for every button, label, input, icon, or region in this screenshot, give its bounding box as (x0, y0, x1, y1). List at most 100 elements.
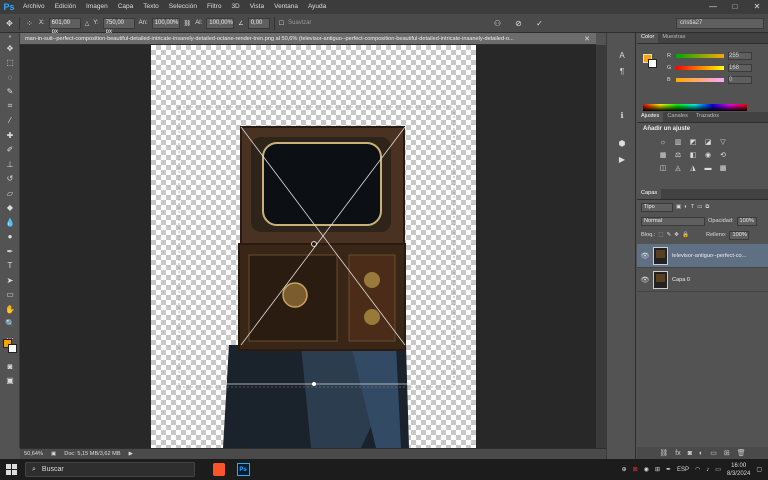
fill-field[interactable]: 100% (729, 230, 750, 240)
lock-paint-icon[interactable]: ✎ (667, 232, 672, 238)
tab-paths[interactable]: Trazados (692, 112, 723, 122)
lasso-tool-icon[interactable]: ◌ (0, 70, 20, 85)
antivirus-icon[interactable]: ◉ (644, 466, 649, 473)
tab-channels[interactable]: Canales (663, 112, 692, 122)
lock-all-icon[interactable]: 🔒 (682, 232, 689, 238)
black-white-icon[interactable]: ◧ (687, 150, 699, 160)
invert-icon[interactable]: ◫ (657, 163, 669, 173)
width-field[interactable]: 100,00% (151, 17, 180, 29)
play-actions-icon[interactable]: ▶ (607, 151, 637, 167)
shape-tool-icon[interactable]: ▭ (0, 288, 20, 303)
document-tab[interactable]: man-in-suit--perfect-composition-beautif… (20, 33, 596, 45)
posterize-icon[interactable]: ◬ (672, 163, 684, 173)
info-panel-icon[interactable]: ℹ (607, 107, 637, 123)
b-slider[interactable] (676, 78, 724, 82)
security-icon[interactable]: ⊠ (633, 466, 638, 473)
wifi-icon[interactable]: ◠ (695, 466, 700, 473)
filter-type-icon[interactable]: T (691, 204, 694, 210)
history-brush-tool-icon[interactable]: ↺ (0, 172, 20, 187)
warp-icon[interactable]: ⚇ (492, 18, 503, 29)
menu-filtro[interactable]: Filtro (202, 0, 226, 14)
color-spectrum[interactable] (643, 104, 747, 111)
g-slider[interactable] (676, 66, 724, 70)
hue-saturation-icon[interactable]: ▦ (657, 150, 669, 160)
x-field[interactable]: 601,00 px (48, 17, 81, 35)
taskbar-search[interactable]: ⌕ Buscar (25, 462, 195, 477)
screen-mode-icon[interactable]: ▣ (0, 373, 20, 388)
document-image[interactable] (151, 45, 476, 448)
selective-color-icon[interactable]: ▩ (717, 163, 729, 173)
brush-tool-icon[interactable]: ✐ (0, 143, 20, 158)
gamepad-icon[interactable]: ⊞ (655, 466, 660, 473)
photoshop-app-icon[interactable]: Ps (233, 459, 253, 480)
filter-pixel-icon[interactable]: ▣ (676, 204, 681, 210)
menu-ventana[interactable]: Ventana (269, 0, 303, 14)
reference-point-icon[interactable]: ⁘ (24, 18, 35, 29)
brave-app-icon[interactable] (209, 459, 229, 480)
vibrance-icon[interactable]: ▽ (717, 137, 729, 147)
crop-tool-icon[interactable]: ⌗ (0, 99, 20, 114)
type-tool-icon[interactable]: T (0, 259, 20, 274)
g-value[interactable]: 168 (728, 64, 752, 72)
filter-adjust-icon[interactable]: ◐ (684, 204, 687, 210)
color-background-swatch[interactable] (648, 59, 657, 68)
menu-vista[interactable]: Vista (245, 0, 269, 14)
height-field[interactable]: 100,00% (206, 17, 235, 29)
blend-mode-select[interactable]: Normal (641, 216, 705, 226)
volume-icon[interactable]: ♪ (706, 467, 709, 473)
b-value[interactable]: 0 (728, 76, 752, 84)
menu-seleccion[interactable]: Selección (164, 0, 202, 14)
path-select-tool-icon[interactable]: ➤ (0, 273, 20, 288)
quick-select-tool-icon[interactable]: ✎ (0, 85, 20, 100)
color-balance-icon[interactable]: ⚖ (672, 150, 684, 160)
eraser-tool-icon[interactable]: ▱ (0, 186, 20, 201)
commit-transform-icon[interactable]: ✓ (534, 18, 545, 29)
filter-shape-icon[interactable]: ▭ (697, 204, 702, 210)
stamp-tool-icon[interactable]: ⊥ (0, 157, 20, 172)
cancel-transform-icon[interactable]: ⊘ (513, 18, 524, 29)
vertical-scrollbar[interactable] (596, 45, 606, 448)
channel-mixer-icon[interactable]: ⟲ (717, 150, 729, 160)
lock-move-icon[interactable]: ✥ (674, 232, 679, 238)
eyedropper-tool-icon[interactable]: ⁄ (0, 114, 20, 129)
battery-icon[interactable]: ▭ (715, 466, 721, 473)
minimize-button[interactable]: — (702, 0, 724, 14)
gradient-map-icon[interactable]: ▬ (702, 163, 714, 173)
layer-name[interactable]: televisor-antiguo--perfect-co... (672, 253, 760, 259)
layer-filter-select[interactable]: Tipo (641, 202, 673, 212)
language-indicator[interactable]: ESP (677, 467, 689, 473)
blur-tool-icon[interactable]: 💧 (0, 215, 20, 230)
zoom-level[interactable]: 50,64% (24, 451, 43, 457)
status-menu-icon[interactable]: ▶ (129, 451, 133, 457)
menu-3d[interactable]: 3D (226, 0, 244, 14)
threshold-icon[interactable]: ◮ (687, 163, 699, 173)
r-value[interactable]: 255 (728, 52, 752, 60)
collapse-icon[interactable]: » (0, 33, 20, 41)
start-button[interactable] (0, 459, 22, 480)
menu-edicion[interactable]: Edición (50, 0, 81, 14)
menu-capa[interactable]: Capa (113, 0, 139, 14)
tab-color[interactable]: Color (637, 33, 659, 43)
new-group-icon[interactable]: ▭ (710, 449, 717, 457)
canvas-area[interactable] (20, 45, 606, 448)
menu-imagen[interactable]: Imagen (81, 0, 113, 14)
pen-icon[interactable]: ✒ (666, 466, 671, 473)
move-tool-preset-icon[interactable]: ✥ (4, 18, 15, 29)
tab-swatches[interactable]: Muestras (658, 33, 689, 43)
photo-filter-icon[interactable]: ◉ (702, 150, 714, 160)
notification-icon[interactable]: ▢ (756, 466, 762, 473)
delete-layer-icon[interactable]: 🗑 (737, 449, 746, 457)
dodge-tool-icon[interactable]: ● (0, 230, 20, 245)
curves-icon[interactable]: ◩ (687, 137, 699, 147)
r-slider[interactable] (676, 54, 724, 58)
healing-tool-icon[interactable]: ✚ (0, 128, 20, 143)
layer-row[interactable]: 👁 televisor-antiguo--perfect-co... (637, 244, 768, 268)
opacity-field[interactable]: 100% (736, 216, 757, 226)
layer-style-icon[interactable]: fx (675, 450, 680, 457)
visibility-eye-icon[interactable]: 👁 (637, 276, 653, 284)
filter-smart-icon[interactable]: ⧉ (705, 204, 709, 211)
new-layer-icon[interactable]: ⊞ (724, 449, 730, 457)
hand-tool-icon[interactable]: ✋ (0, 302, 20, 317)
link-icon[interactable]: ⛓ (184, 20, 192, 27)
layer-mask-icon[interactable]: ◙ (688, 450, 692, 457)
